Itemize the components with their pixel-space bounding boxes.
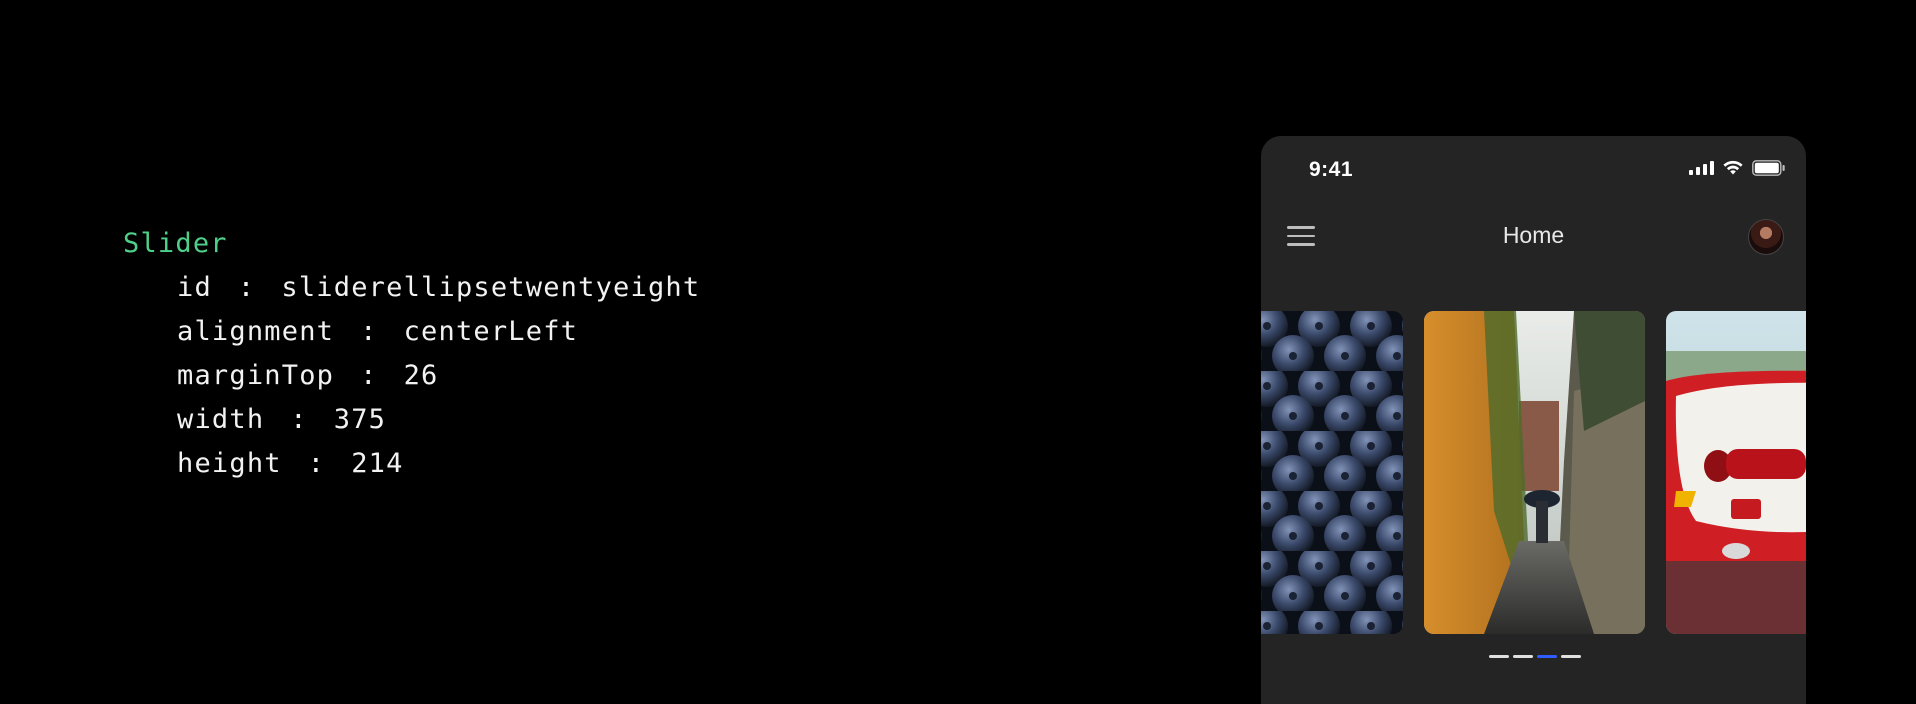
property-row: width:375 xyxy=(177,404,387,435)
code-panel: Slider id: sliderellipsetwentyeight align… xyxy=(123,222,700,486)
property-value: centerLeft xyxy=(403,316,579,347)
slide-alley[interactable] xyxy=(1424,311,1645,634)
alley-image xyxy=(1424,311,1645,634)
image-slider[interactable] xyxy=(1261,311,1806,634)
property-row: height:214 xyxy=(177,448,404,479)
property-key: alignment xyxy=(177,316,335,347)
property-row: id: sliderellipsetwentyeight xyxy=(177,272,701,303)
indicator-dot[interactable] xyxy=(1561,655,1581,658)
phone-screen: 9:41 Home xyxy=(1261,136,1806,704)
slide-blueberries[interactable] xyxy=(1261,311,1403,634)
property-row: marginTop:26 xyxy=(177,360,439,391)
avatar[interactable] xyxy=(1748,219,1784,255)
property-key: id xyxy=(177,272,212,303)
property-key: marginTop xyxy=(177,360,335,391)
property-key: width xyxy=(177,404,265,435)
indicator-dot-active[interactable] xyxy=(1537,655,1557,658)
indicator-dot[interactable] xyxy=(1489,655,1509,658)
slide-car[interactable] xyxy=(1666,311,1806,634)
property-value: 214 xyxy=(351,448,404,479)
widget-name: Slider xyxy=(123,228,228,259)
battery-icon xyxy=(1752,160,1785,176)
page-title: Home xyxy=(1502,222,1565,248)
property-row: alignment: centerLeft xyxy=(177,316,579,347)
car-image xyxy=(1666,311,1806,634)
property-value: 375 xyxy=(333,404,387,435)
wifi-icon xyxy=(1723,160,1743,175)
status-icons xyxy=(1689,160,1786,176)
property-key: height xyxy=(177,448,282,479)
property-value: 26 xyxy=(403,360,439,391)
blueberries-image xyxy=(1261,311,1403,634)
status-time: 9:41 xyxy=(1309,158,1354,181)
canvas: Slider id: sliderellipsetwentyeight align… xyxy=(0,0,1916,704)
cellular-signal-icon xyxy=(1689,161,1714,175)
slider-indicators xyxy=(1489,655,1581,658)
indicator-dot[interactable] xyxy=(1513,655,1533,658)
property-value: sliderellipsetwentyeight xyxy=(281,272,701,303)
